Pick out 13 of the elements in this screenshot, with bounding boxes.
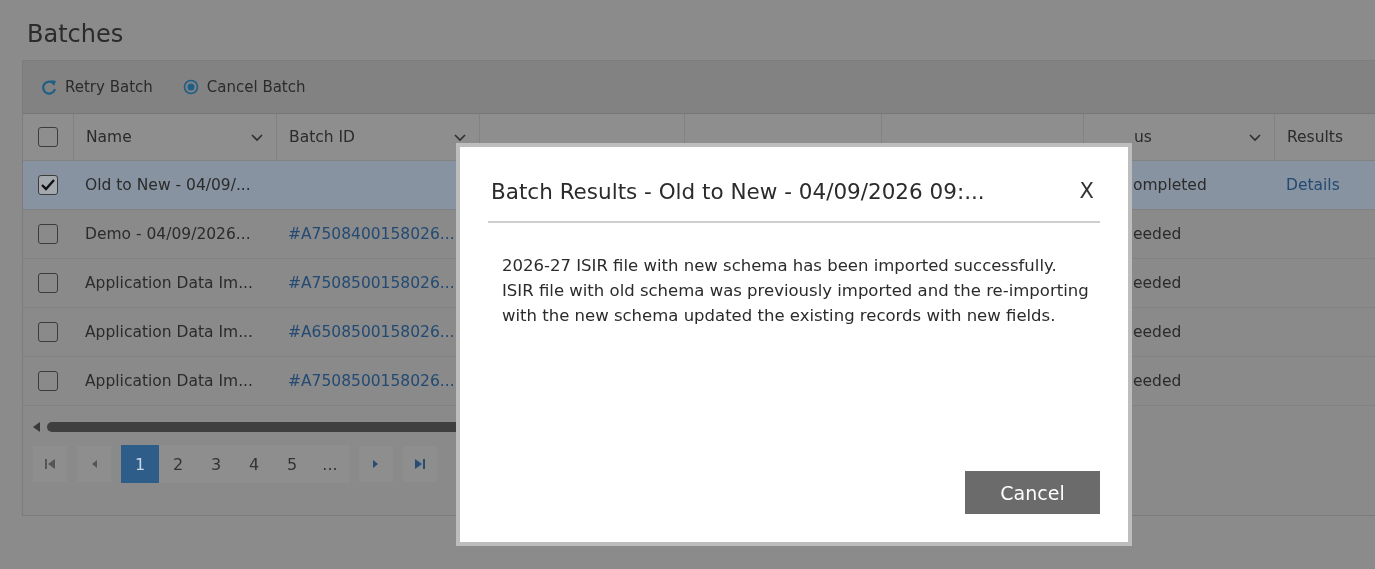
dialog-message: 2026-27 ISIR file with new schema has been imported successfully. ISIR file with old schema was previously imported and the re-importing with the new schema updated the existing records with new fields.: [502, 255, 1090, 327]
table-cell: Demo - 04/09/2026...: [85, 225, 251, 243]
page-title: Batches: [27, 20, 125, 48]
table-cell: eeded: [1133, 372, 1182, 390]
table-cell: Application Data Im...: [85, 372, 253, 390]
table-cell: Application Data Im...: [85, 323, 253, 341]
table-cell: eeded: [1133, 274, 1182, 292]
table-cell: ompleted: [1133, 176, 1207, 194]
dialog-title: Batch Results - Old to New - 04/09/2026 09:...: [491, 178, 985, 204]
table-cell: eeded: [1133, 225, 1182, 243]
table-cell: Old to New - 04/09/...: [85, 176, 251, 194]
table-cell: eeded: [1133, 323, 1182, 341]
table-cell: Application Data Im...: [85, 274, 253, 292]
